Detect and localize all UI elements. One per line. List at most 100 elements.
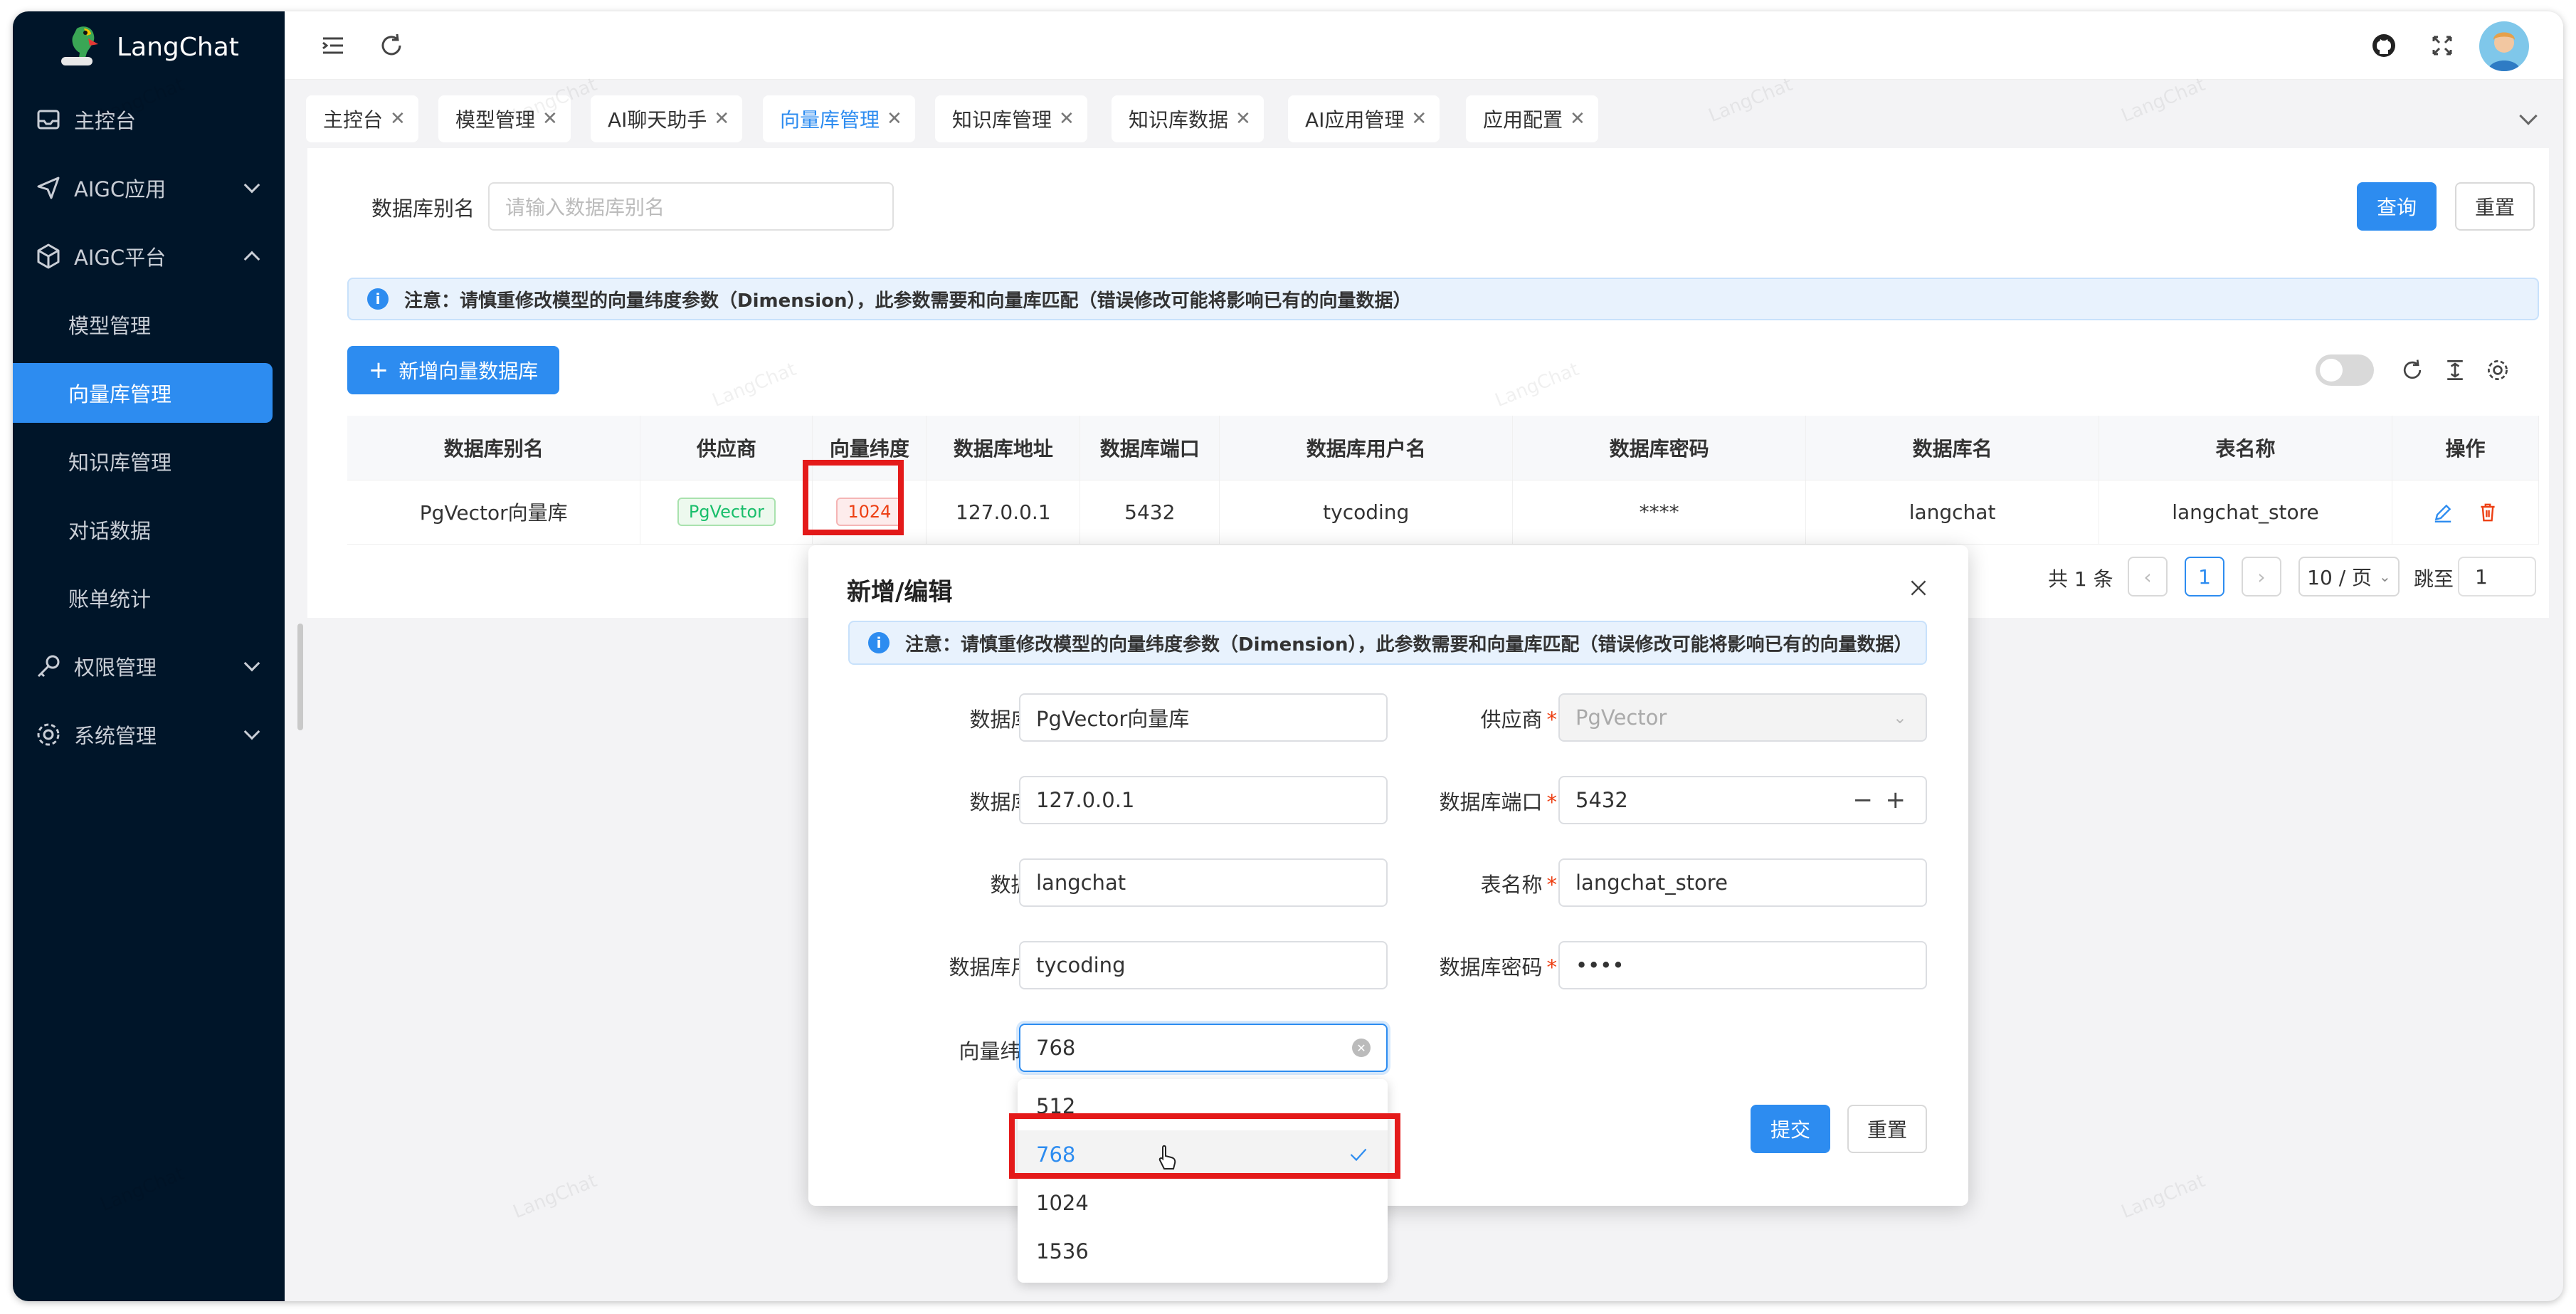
close-icon[interactable]: ✕ <box>1235 108 1251 130</box>
tab-knowledge-data[interactable]: 知识库数据 ✕ <box>1112 95 1264 142</box>
page-size-select[interactable]: 10 / 页 ⌄ <box>2298 557 2400 596</box>
search-input[interactable]: 请输入数据库别名 <box>488 182 894 231</box>
tab-ai-app-management[interactable]: AI应用管理 ✕ <box>1288 95 1440 142</box>
refresh-icon[interactable] <box>377 31 406 60</box>
chevron-down-icon[interactable] <box>2519 107 2538 125</box>
table-row: PgVector向量库 PgVector 1024 127.0.0.1 5432… <box>347 480 2540 545</box>
toggle-switch[interactable] <box>2316 354 2374 386</box>
delete-icon[interactable] <box>2476 501 2499 524</box>
dropdown-option[interactable]: 1024 <box>1018 1179 1388 1227</box>
refresh-icon[interactable] <box>2400 357 2425 383</box>
dbname-input[interactable]: langchat <box>1019 858 1388 907</box>
next-page-button[interactable]: › <box>2242 557 2281 596</box>
github-icon[interactable] <box>2370 31 2398 60</box>
dashboard-icon <box>37 110 60 130</box>
edit-icon[interactable] <box>2432 501 2454 524</box>
alias-input[interactable]: PgVector向量库 <box>1019 693 1388 742</box>
table-name-label: 表名称 * <box>1480 873 1557 897</box>
sidebar-item-aigc-platform[interactable]: AIGC平台 <box>13 226 285 286</box>
col-header: 数据库名 <box>1805 416 2100 480</box>
query-button[interactable]: 查询 <box>2357 182 2437 231</box>
sidebar-item-label: 权限管理 <box>74 656 157 680</box>
search-placeholder: 请输入数据库别名 <box>505 196 665 219</box>
chevron-down-icon: ⌄ <box>1892 708 1907 727</box>
key-icon <box>37 655 60 678</box>
host-input[interactable]: 127.0.0.1 <box>1019 776 1388 824</box>
sidebar-item-vector-db-management[interactable]: 向量库管理 <box>13 363 273 423</box>
jump-input[interactable]: 1 <box>2458 557 2536 596</box>
col-header: 数据库地址 <box>926 416 1081 480</box>
sidebar-item-label: AIGC平台 <box>74 246 167 270</box>
modal-reset-button[interactable]: 重置 <box>1847 1105 1927 1153</box>
port-stepper[interactable]: 5432 − + <box>1558 776 1927 824</box>
chevron-up-icon <box>243 251 260 268</box>
close-icon[interactable]: ✕ <box>714 108 729 130</box>
tab-bar: 主控台 ✕ 模型管理 ✕ AI聊天助手 ✕ 向量库管理 ✕ 知识库管理 ✕ 知识库数据 ✕ … <box>285 80 2563 148</box>
sidebar-item-system[interactable]: 系统管理 <box>13 705 285 764</box>
column-height-icon[interactable] <box>2442 357 2468 383</box>
fullscreen-icon[interactable] <box>2428 31 2456 60</box>
sidebar-item-model-management[interactable]: 模型管理 <box>13 295 285 354</box>
chevron-down-icon <box>243 723 260 740</box>
sidebar-item-knowledge-management[interactable]: 知识库管理 <box>13 431 285 491</box>
dimension-select[interactable]: 768 ✕ <box>1019 1024 1388 1072</box>
sidebar-item-label: 系统管理 <box>74 724 157 748</box>
tab-label: 主控台 <box>323 108 384 132</box>
modal-title: 新增/编辑 <box>847 578 953 606</box>
tab-dashboard[interactable]: 主控台 ✕ <box>306 95 418 142</box>
modal-notice-text: 注意：请慎重修改模型的向量纬度参数（Dimension），此参数需要和向量库匹配… <box>905 634 1913 656</box>
gear-icon <box>37 723 60 746</box>
prev-page-button[interactable]: ‹ <box>2128 557 2168 596</box>
tab-vector-db-management[interactable]: 向量库管理 ✕ <box>763 95 915 142</box>
notice-alert: i 注意：请慎重修改模型的向量纬度参数（Dimension），此参数需要和向量库… <box>347 278 2539 320</box>
tab-knowledge-management[interactable]: 知识库管理 ✕ <box>935 95 1087 142</box>
provider-select[interactable]: PgVector ⌄ <box>1558 693 1927 742</box>
close-icon[interactable]: ✕ <box>887 108 902 130</box>
close-icon[interactable]: ✕ <box>1059 108 1075 130</box>
scrollbar[interactable] <box>297 624 303 730</box>
sidebar-item-permissions[interactable]: 权限管理 <box>13 636 285 696</box>
provider-value: PgVector <box>1575 705 1667 730</box>
highlight-box <box>1009 1113 1400 1179</box>
send-icon <box>37 177 60 199</box>
clear-icon[interactable]: ✕ <box>1352 1039 1371 1057</box>
cell-table: langchat_store <box>2099 480 2392 545</box>
sidebar-item-billing-stats[interactable]: 账单统计 <box>13 568 285 628</box>
tab-app-config[interactable]: 应用配置 ✕ <box>1466 95 1598 142</box>
pagination-total: 共 1 条 <box>2048 567 2113 591</box>
page-size-value: 10 / 页 <box>2307 566 2372 589</box>
username-input[interactable]: tycoding <box>1019 941 1388 989</box>
tab-ai-chat[interactable]: AI聊天助手 ✕ <box>591 95 743 142</box>
port-label: 数据库端口 * <box>1439 790 1557 814</box>
avatar[interactable] <box>2479 21 2529 71</box>
add-vector-db-button[interactable]: + 新增向量数据库 <box>347 346 559 394</box>
reset-button[interactable]: 重置 <box>2455 182 2535 231</box>
dropdown-option[interactable]: 1536 <box>1018 1227 1388 1276</box>
cell-alias: PgVector向量库 <box>347 480 641 545</box>
cell-actions <box>2392 480 2540 545</box>
close-icon[interactable]: ✕ <box>1411 108 1427 130</box>
table-name-input[interactable]: langchat_store <box>1558 858 1927 907</box>
menu-fold-icon[interactable] <box>319 31 347 60</box>
password-input[interactable]: •••• <box>1558 941 1927 989</box>
tab-label: 向量库管理 <box>780 108 880 132</box>
page-number-button[interactable]: 1 <box>2185 557 2224 596</box>
close-icon[interactable] <box>1907 577 1930 599</box>
close-icon[interactable]: ✕ <box>1570 108 1585 130</box>
close-icon[interactable]: ✕ <box>390 108 406 130</box>
tab-label: 应用配置 <box>1483 108 1563 132</box>
app-window: LangChat 主控台 AIGC应用 AIGC平台 模型管理 向量库管理 知识… <box>13 11 2563 1301</box>
highlight-box <box>803 460 904 535</box>
settings-icon[interactable] <box>2485 357 2511 383</box>
sidebar-item-aigc-app[interactable]: AIGC应用 <box>13 158 285 218</box>
provider-tag: PgVector <box>677 498 776 526</box>
vector-db-table: 数据库别名 供应商 向量纬度 数据库地址 数据库端口 数据库用户名 数据库密码 … <box>347 416 2540 545</box>
plus-icon: + <box>368 356 389 384</box>
info-icon: i <box>367 288 389 310</box>
sidebar-item-conversation-data[interactable]: 对话数据 <box>13 500 285 559</box>
top-header <box>285 11 2563 80</box>
submit-button[interactable]: 提交 <box>1751 1105 1830 1153</box>
plus-icon[interactable]: + <box>1886 786 1906 814</box>
sidebar-item-label: 知识库管理 <box>68 451 172 475</box>
minus-icon[interactable]: − <box>1853 786 1874 814</box>
